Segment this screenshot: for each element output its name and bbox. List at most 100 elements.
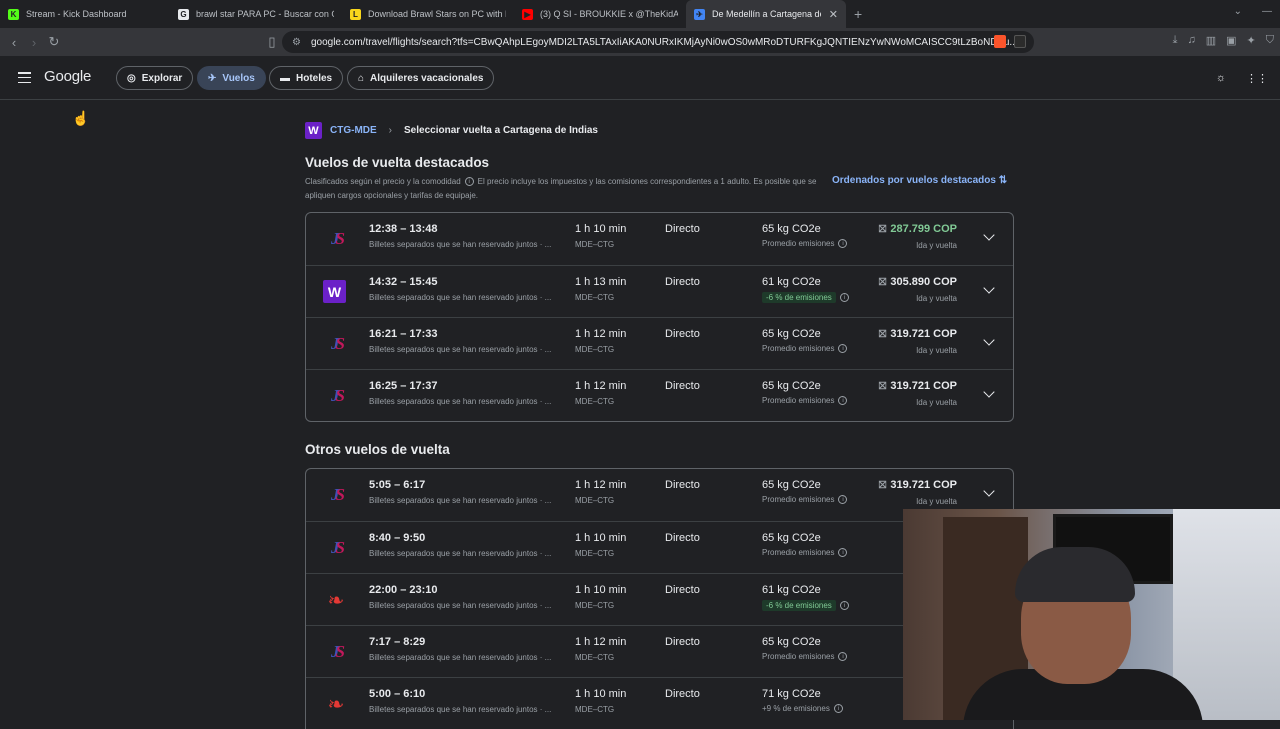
flight-row[interactable]: J S 16:21 – 17:33 Billetes separados que se… — [306, 317, 1013, 369]
bookmark-icon[interactable]: ▯ — [262, 34, 282, 50]
tab-search-icon[interactable]: ⌄ — [1234, 6, 1242, 17]
wallet-icon[interactable]: ▣ — [1226, 34, 1236, 47]
trip-type: Ida y vuelta — [916, 497, 957, 506]
browser-tab[interactable]: L Download Brawl Stars on PC with LD — [342, 0, 514, 28]
extensions-icon[interactable]: ✦ — [1247, 34, 1256, 47]
browser-tab-bar: K Stream - Kick Dashboard Gbrawl star PARA… — [0, 0, 1280, 28]
flight-route: MDE–CTG — [575, 653, 615, 662]
minimize-icon[interactable]: — — [1262, 6, 1272, 17]
featured-note: Clasificados según el precio y la comodi… — [305, 177, 817, 200]
reload-icon[interactable]: ↻ — [44, 34, 64, 50]
info-icon[interactable]: i — [838, 239, 848, 248]
breadcrumb-route[interactable]: CTG-MDE — [330, 125, 377, 136]
jetsmart-logo-icon: JS — [331, 386, 345, 405]
vpn-icon[interactable]: ⛉ — [1266, 34, 1274, 47]
info-icon[interactable]: i — [838, 495, 848, 504]
browser-tab[interactable]: ▶ (3) Q SI - BROUKKIE x @TheKidArtist — [514, 0, 686, 28]
webcam-overlay — [903, 509, 1280, 720]
forward-icon[interactable]: › — [24, 35, 44, 50]
flight-times: 22:00 – 23:10 — [369, 584, 438, 596]
no-bag-icon: ⛝ — [878, 224, 887, 235]
chevron-down-icon[interactable] — [983, 282, 995, 294]
info-icon[interactable]: i — [839, 293, 849, 302]
chevron-down-icon[interactable] — [983, 386, 995, 398]
emissions-note: Promedio emisiones i — [762, 344, 851, 353]
tab-alquileres[interactable]: ⌂ Alquileres vacacionales — [347, 66, 495, 90]
price-value: 319.721 COP — [890, 328, 957, 340]
sort-button[interactable]: Ordenados por vuelos destacados ⇅ — [832, 175, 1007, 186]
flight-duration: 1 h 12 min — [575, 636, 627, 648]
browser-tab[interactable]: ✈ De Medellín a Cartagena de Indi ✕ — [686, 0, 846, 28]
flight-times: 14:32 – 15:45 — [369, 276, 438, 288]
flight-emissions: 65 kg CO2e — [762, 328, 821, 340]
download-icon[interactable]: ⤓ — [1173, 34, 1178, 47]
flight-emissions: 65 kg CO2e — [762, 223, 821, 235]
flight-stops: Directo — [665, 223, 700, 235]
flight-duration: 1 h 12 min — [575, 328, 627, 340]
flight-route: MDE–CTG — [575, 293, 615, 302]
rewards-icon[interactable] — [1014, 35, 1026, 48]
emissions-label: -6 % de emisiones — [762, 600, 836, 611]
plane-icon: ✈ — [208, 72, 217, 84]
price-value: 287.799 COP — [890, 223, 957, 235]
browser-tab[interactable]: K Stream - Kick Dashboard — [0, 0, 170, 28]
sidebar-icon[interactable]: ▥ — [1206, 34, 1216, 47]
tab-explorar[interactable]: ◎ Explorar — [116, 66, 194, 90]
info-icon[interactable]: i — [838, 548, 848, 557]
theme-icon[interactable]: ☼ — [1216, 72, 1226, 85]
flight-stops: Directo — [665, 688, 700, 700]
close-tab-icon[interactable]: ✕ — [829, 8, 838, 21]
chevron-down-icon[interactable] — [983, 485, 995, 497]
browser-tab[interactable]: Gbrawl star PARA PC - Buscar con Goo — [170, 0, 342, 28]
chevron-right-icon: › — [388, 125, 393, 136]
emissions-note: +9 % de emisiones i — [762, 704, 847, 713]
flight-times: 16:25 – 17:37 — [369, 380, 438, 392]
flight-booking-note: Billetes separados que se han reservado … — [369, 601, 552, 610]
home-icon: ⌂ — [358, 72, 365, 84]
google-header: Google ◎ Explorar ✈ Vuelos ▬ Hoteles ⌂ Alqui… — [0, 56, 1280, 100]
apps-grid-icon[interactable]: ⋮⋮ — [1246, 72, 1268, 85]
info-icon[interactable]: i — [838, 344, 848, 353]
info-icon[interactable]: i — [464, 177, 474, 187]
breadcrumb: W CTG-MDE › Seleccionar vuelta a Cartage… — [305, 122, 598, 139]
brave-shield-icon[interactable] — [994, 35, 1006, 48]
flight-duration: 1 h 10 min — [575, 532, 627, 544]
info-icon[interactable]: i — [838, 652, 848, 661]
flight-emissions: 65 kg CO2e — [762, 636, 821, 648]
flight-duration: 1 h 10 min — [575, 584, 627, 596]
flight-stops: Directo — [665, 328, 700, 340]
flight-route: MDE–CTG — [575, 601, 615, 610]
back-icon[interactable]: ‹ — [4, 35, 24, 50]
emissions-note: -6 % de emisiones i — [762, 600, 853, 611]
emissions-note: Promedio emisiones i — [762, 652, 851, 661]
flight-route: MDE–CTG — [575, 549, 615, 558]
google-logo[interactable]: Google — [44, 68, 91, 85]
explore-icon: ◎ — [127, 72, 136, 84]
flight-duration: 1 h 10 min — [575, 688, 627, 700]
info-icon[interactable]: i — [839, 601, 849, 610]
flight-row[interactable]: W 14:32 – 15:45 Billetes separados que se … — [306, 265, 1013, 317]
featured-flights-list: J S 12:38 – 13:48 Billetes separados que se… — [305, 212, 1014, 422]
flight-times: 12:38 – 13:48 — [369, 223, 438, 235]
info-icon[interactable]: i — [838, 396, 848, 405]
flight-route: MDE–CTG — [575, 496, 615, 505]
flight-price: ⛝ 287.799 COP — [879, 223, 957, 235]
info-icon[interactable]: i — [833, 704, 843, 713]
media-icon[interactable]: ♫ — [1187, 34, 1195, 47]
new-tab-icon[interactable]: + — [854, 6, 862, 22]
flight-row[interactable]: J S 16:25 – 17:37 Billetes separados que se… — [306, 369, 1013, 421]
no-bag-icon: ⛝ — [878, 277, 887, 288]
menu-icon[interactable] — [18, 72, 31, 83]
flight-row[interactable]: J S 12:38 – 13:48 Billetes separados que se… — [306, 213, 1013, 265]
url-bar[interactable]: ⚙ google.com/travel/flights/search?tfs=C… — [282, 31, 1034, 53]
flight-route: MDE–CTG — [575, 345, 615, 354]
emissions-note: Promedio emisiones i — [762, 548, 851, 557]
chevron-down-icon[interactable] — [983, 229, 995, 241]
flight-duration: 1 h 12 min — [575, 479, 627, 491]
tab-hoteles[interactable]: ▬ Hoteles — [269, 66, 344, 90]
flight-times: 5:05 – 6:17 — [369, 479, 426, 491]
emissions-note: Promedio emisiones i — [762, 495, 851, 504]
site-info-icon[interactable]: ⚙ — [292, 37, 301, 48]
chevron-down-icon[interactable] — [983, 334, 995, 346]
tab-vuelos[interactable]: ✈ Vuelos — [197, 66, 266, 90]
